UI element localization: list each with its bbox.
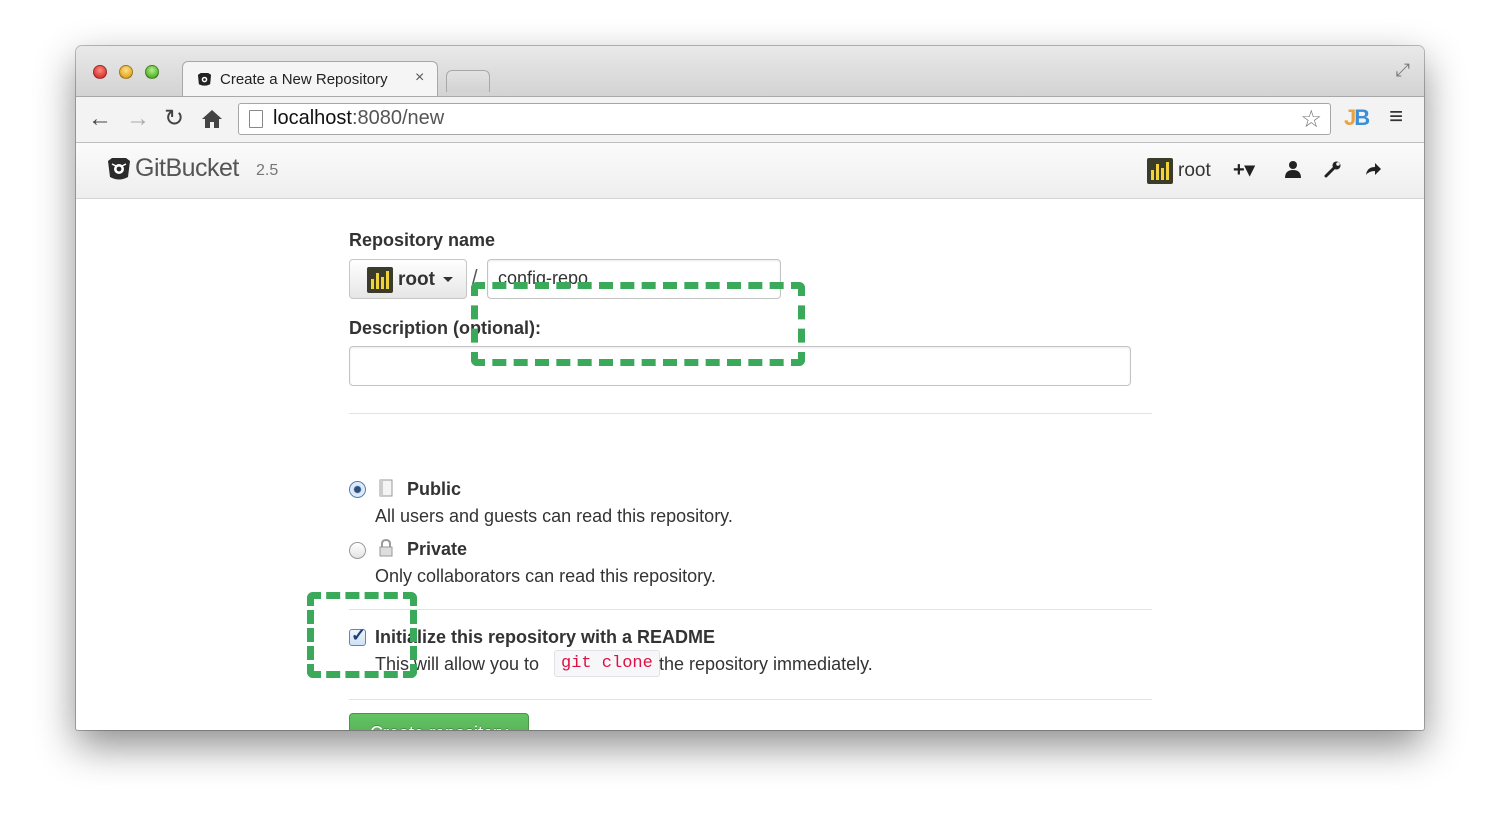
- jetbrains-extension-icon[interactable]: JB: [1344, 105, 1370, 131]
- checkmark-icon: ✓: [351, 625, 367, 645]
- app-header: GitBucket 2.5 root +▾: [76, 143, 1424, 199]
- description-label: Description (optional):: [349, 318, 541, 338]
- tab-title: Create a New Repository: [220, 71, 388, 88]
- public-radio[interactable]: [349, 481, 366, 498]
- wrench-icon[interactable]: [1324, 160, 1342, 178]
- user-avatar[interactable]: [1147, 158, 1173, 184]
- browser-toolbar: ← → ↻ localhost:8080/new ☆ JB ≡: [76, 96, 1424, 143]
- gitbucket-favicon-icon: [197, 72, 212, 86]
- browser-tab[interactable]: Create a New Repository ×: [182, 61, 438, 96]
- sign-out-icon[interactable]: [1364, 160, 1382, 178]
- forward-icon[interactable]: →: [126, 105, 150, 133]
- header-username[interactable]: root: [1178, 160, 1211, 182]
- title-bar: Create a New Repository × ⤢: [76, 46, 1424, 96]
- public-title[interactable]: Public: [407, 479, 461, 500]
- private-radio[interactable]: [349, 542, 366, 559]
- divider: [349, 413, 1152, 414]
- app-name[interactable]: GitBucket: [135, 154, 239, 183]
- address-bar[interactable]: localhost:8080/new ☆: [238, 103, 1331, 135]
- git-clone-code: git clone: [554, 650, 660, 677]
- tab-close-icon[interactable]: ×: [415, 69, 424, 87]
- repo-name-value: config-repo: [498, 268, 589, 288]
- url-text: localhost:8080/new: [273, 107, 445, 129]
- plus-icon[interactable]: +▾: [1233, 157, 1255, 182]
- fullscreen-icon[interactable]: ⤢: [1396, 60, 1410, 81]
- path-separator: /: [472, 267, 478, 289]
- reload-icon[interactable]: ↻: [164, 105, 184, 133]
- browser-window: Create a New Repository × ⤢ ← → ↻ localh…: [76, 46, 1424, 730]
- minimize-window-button[interactable]: [119, 65, 133, 79]
- public-description: All users and guests can read this repos…: [375, 506, 733, 526]
- zoom-window-button[interactable]: [145, 65, 159, 79]
- private-description: Only collaborators can read this reposit…: [375, 566, 716, 586]
- divider: [349, 699, 1152, 700]
- lock-icon: [379, 539, 393, 557]
- user-icon[interactable]: [1284, 160, 1302, 178]
- back-icon[interactable]: ←: [88, 105, 112, 133]
- readme-label[interactable]: Initialize this repository with a README: [375, 627, 715, 648]
- readme-description-suffix: the repository immediately.: [659, 654, 873, 674]
- menu-icon[interactable]: ≡: [1389, 103, 1403, 131]
- close-window-button[interactable]: [93, 65, 107, 79]
- create-repository-button[interactable]: Create repository: [349, 713, 529, 730]
- caret-down-icon: [443, 277, 453, 282]
- new-repository-form: Repository name root / config-repo Descr…: [76, 199, 1424, 730]
- page-icon: [249, 110, 263, 128]
- app-version: 2.5: [256, 162, 279, 179]
- divider: [349, 609, 1152, 610]
- readme-checkbox[interactable]: ✓: [349, 625, 366, 646]
- home-icon[interactable]: [201, 108, 223, 130]
- bookmark-star-icon[interactable]: ☆: [1300, 105, 1322, 134]
- owner-name: root: [398, 269, 435, 290]
- private-title[interactable]: Private: [407, 539, 467, 560]
- readme-description: This will allow you to: [375, 654, 540, 674]
- gitbucket-logo-icon[interactable]: [106, 156, 132, 182]
- owner-dropdown[interactable]: root: [349, 259, 467, 299]
- repo-name-input[interactable]: config-repo: [487, 259, 781, 299]
- description-input[interactable]: [349, 346, 1131, 386]
- new-tab-button[interactable]: [446, 70, 490, 92]
- owner-avatar: [367, 267, 393, 293]
- repo-name-label: Repository name: [349, 230, 496, 250]
- repo-book-icon: [379, 479, 393, 497]
